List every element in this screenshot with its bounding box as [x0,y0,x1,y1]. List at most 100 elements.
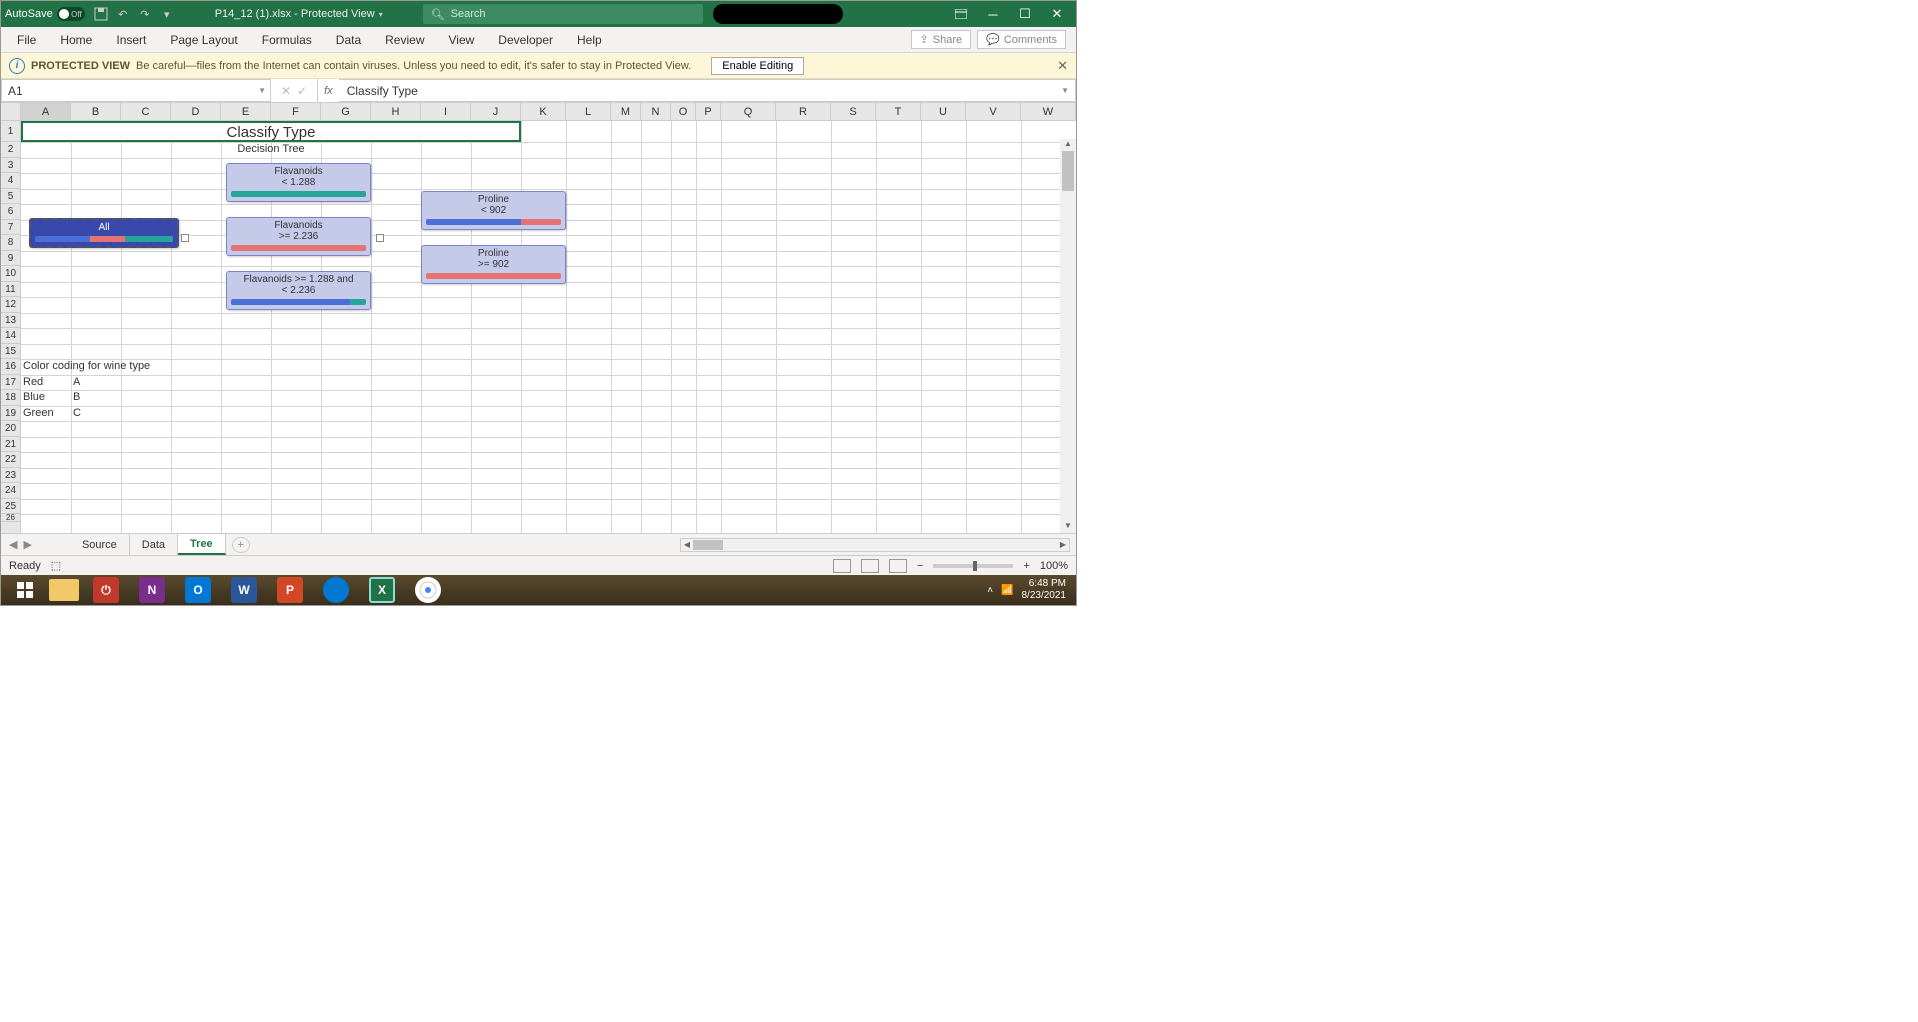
col-header[interactable]: U [921,103,966,120]
tab-home[interactable]: Home [48,27,104,52]
grid-body[interactable]: /* gridlines drawn below via loops would… [21,121,1076,533]
page-break-view-icon[interactable] [889,559,907,573]
row-header[interactable]: 1 [1,121,20,142]
row-header[interactable]: 26 [1,514,20,522]
row-header[interactable]: 5 [1,189,20,205]
normal-view-icon[interactable] [833,559,851,573]
outlook-icon[interactable]: O [185,577,211,603]
minimize-icon[interactable]: ─ [986,7,1000,21]
sheet-prev-icon[interactable]: ◀ [9,538,17,551]
onenote-icon[interactable]: N [139,577,165,603]
word-icon[interactable]: W [231,577,257,603]
col-header[interactable]: I [421,103,471,120]
share-button[interactable]: ⇪Share [911,30,972,49]
sheet-next-icon[interactable]: ▶ [23,538,31,551]
scroll-thumb[interactable] [693,540,723,550]
zoom-in-icon[interactable]: + [1023,560,1029,572]
row-header[interactable]: 13 [1,313,20,329]
tab-developer[interactable]: Developer [486,27,565,52]
tree-node[interactable]: Flavanoids >= 2.236 [226,217,371,256]
tree-node-root[interactable]: All [29,218,179,248]
cell-a16[interactable]: Red [21,375,43,390]
taskbar-clock[interactable]: 6:48 PM 8/23/2021 [1022,578,1067,602]
scroll-left-icon[interactable]: ◀ [681,540,693,549]
col-header[interactable]: G [321,103,371,120]
add-sheet-button[interactable]: + [232,537,250,553]
tab-file[interactable]: File [5,27,48,52]
col-header[interactable]: B [71,103,121,120]
ribbon-display-icon[interactable] [954,7,968,21]
sheet-tab-source[interactable]: Source [70,534,130,555]
sheet-tab-tree[interactable]: Tree [178,534,226,555]
account-area[interactable] [713,4,843,24]
tree-node[interactable]: Flavanoids >= 1.288 and < 2.236 [226,271,371,310]
col-header[interactable]: S [831,103,876,120]
enable-editing-button[interactable]: Enable Editing [711,57,804,75]
scroll-right-icon[interactable]: ▶ [1057,540,1069,549]
cell-a17[interactable]: Blue [21,390,45,405]
chevron-down-icon[interactable]: ▼ [258,86,266,95]
col-header[interactable]: M [611,103,641,120]
cell-a2[interactable]: Decision Tree [21,142,521,158]
autosave-toggle[interactable]: AutoSave Off [5,7,85,21]
row-header[interactable]: 16 [1,359,20,375]
col-header[interactable]: D [171,103,221,120]
row-header[interactable]: 19 [1,406,20,422]
row-header[interactable]: 6 [1,204,20,220]
cancel-fx-icon[interactable]: ✕ [281,84,291,98]
grid-area[interactable]: 1 2 3 4 5 6 7 8 9 10 11 12 13 14 15 16 1… [1,121,1076,533]
redo-icon[interactable]: ↷ [137,6,153,22]
row-header[interactable]: 2 [1,142,20,158]
qat-dropdown-icon[interactable]: ▾ [159,6,175,22]
row-header[interactable]: 11 [1,282,20,298]
powerpoint-icon[interactable]: P [277,577,303,603]
tab-review[interactable]: Review [373,27,436,52]
cell-b17[interactable]: B [71,390,80,405]
chrome-icon[interactable] [415,577,441,603]
row-header[interactable]: 25 [1,499,20,515]
zoom-level[interactable]: 100% [1040,560,1068,572]
row-header[interactable]: 3 [1,158,20,174]
tab-insert[interactable]: Insert [104,27,158,52]
cell-b18[interactable]: C [71,406,81,421]
row-header[interactable]: 12 [1,297,20,313]
file-explorer-icon[interactable] [49,579,79,601]
row-header[interactable]: 24 [1,483,20,499]
tree-node[interactable]: Proline < 902 [421,191,566,230]
cell-a18[interactable]: Green [21,406,54,421]
row-header[interactable]: 10 [1,266,20,282]
tray-chevron-icon[interactable]: ˄ [987,585,993,596]
col-header[interactable]: V [966,103,1021,120]
row-header[interactable]: 22 [1,452,20,468]
col-header[interactable]: O [671,103,696,120]
maximize-icon[interactable]: ☐ [1018,7,1032,21]
col-header[interactable]: R [776,103,831,120]
row-header[interactable]: 14 [1,328,20,344]
row-header[interactable]: 17 [1,375,20,391]
row-header[interactable]: 8 [1,235,20,251]
tab-formulas[interactable]: Formulas [250,27,324,52]
col-header[interactable]: J [471,103,521,120]
row-header[interactable]: 9 [1,251,20,267]
col-header[interactable]: A [21,103,71,120]
toggle-switch[interactable]: Off [57,7,85,21]
cell-b16[interactable]: A [71,375,80,390]
row-header[interactable]: 23 [1,468,20,484]
col-header[interactable]: F [271,103,321,120]
page-layout-view-icon[interactable] [861,559,879,573]
tree-node[interactable]: Proline >= 902 [421,245,566,284]
zoom-out-icon[interactable]: − [917,560,923,572]
tree-connector[interactable] [376,234,384,242]
col-header[interactable]: W [1021,103,1076,120]
row-header[interactable]: 15 [1,344,20,360]
close-icon[interactable]: ✕ [1050,7,1064,21]
taskbar-app[interactable]: ⏻ [93,577,119,603]
search-box[interactable]: 🔍︎ Search [423,4,703,24]
cell-a15[interactable]: Color coding for wine type [21,359,150,374]
col-header[interactable]: H [371,103,421,120]
excel-icon[interactable]: X [369,577,395,603]
chevron-down-icon[interactable]: ▼ [1061,86,1069,95]
comments-button[interactable]: 💬Comments [977,30,1066,49]
scroll-thumb[interactable] [1062,151,1074,191]
row-header[interactable]: 20 [1,421,20,437]
